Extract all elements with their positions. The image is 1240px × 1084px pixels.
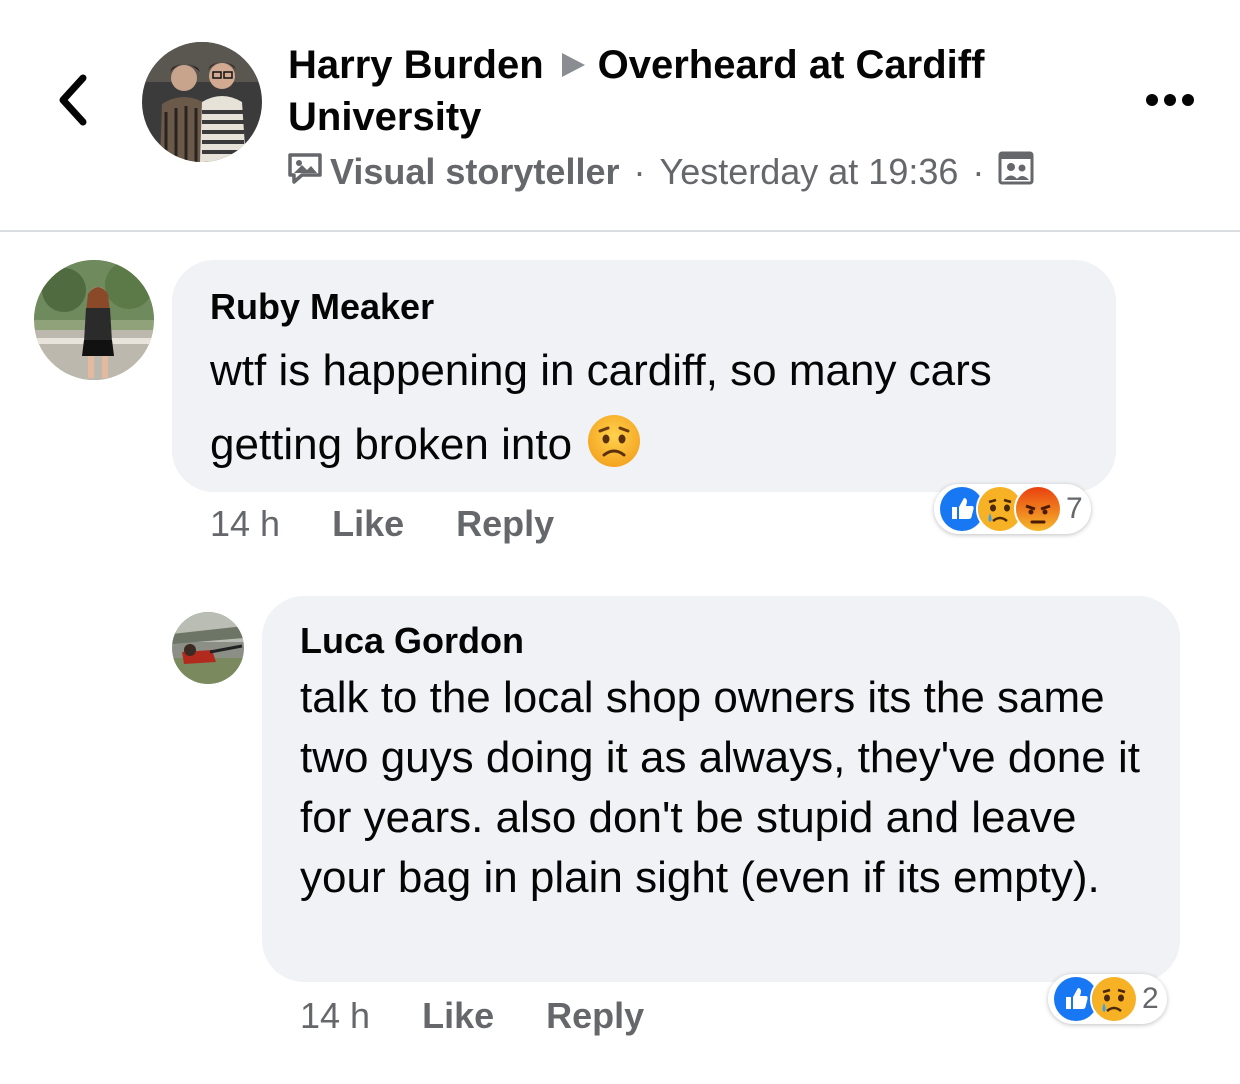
post-meta: Visual storyteller · Yesterday at 19:36 … xyxy=(286,148,1034,196)
comment-bubble: Luca Gordon talk to the local shop owner… xyxy=(262,596,1180,982)
post-timestamp[interactable]: Yesterday at 19:36 xyxy=(659,151,958,193)
comment-author[interactable]: Luca Gordon xyxy=(300,620,524,662)
chevron-left-icon xyxy=(59,74,87,126)
meta-separator: · xyxy=(633,151,646,192)
badge-label[interactable]: Visual storyteller xyxy=(330,151,619,193)
dot xyxy=(1164,94,1176,106)
commenter-avatar[interactable] xyxy=(34,260,154,380)
post-author-avatar[interactable] xyxy=(142,42,262,162)
comment-time[interactable]: 14 h xyxy=(300,995,370,1037)
comment-actions: 14 h Like Reply xyxy=(210,500,606,548)
sad-reaction-icon xyxy=(1090,975,1138,1023)
reaction-summary[interactable]: 7 xyxy=(934,484,1091,534)
comment-author[interactable]: Ruby Meaker xyxy=(210,286,434,328)
comment-time[interactable]: 14 h xyxy=(210,503,280,545)
comment-text: talk to the local shop owners its the sa… xyxy=(300,673,1140,902)
dot xyxy=(1182,94,1194,106)
like-button[interactable]: Like xyxy=(422,995,494,1037)
reply-button[interactable]: Reply xyxy=(546,995,644,1037)
reaction-summary[interactable]: 2 xyxy=(1048,974,1167,1024)
post-title: Harry Burden Overheard at Cardiff Univers… xyxy=(288,40,1108,142)
meta-separator: · xyxy=(972,151,985,192)
comment-bubble: Ruby Meaker wtf is happening in cardiff,… xyxy=(172,260,1116,492)
post-author-name[interactable]: Harry Burden xyxy=(288,43,544,87)
triangle-right-icon xyxy=(558,42,588,92)
group-members-icon xyxy=(998,150,1034,195)
post-header: Harry Burden Overheard at Cardiff Univers… xyxy=(0,0,1240,230)
comment-text: wtf is happening in cardiff, so many car… xyxy=(210,334,1090,482)
back-button[interactable] xyxy=(44,68,100,132)
angry-reaction-icon xyxy=(1014,485,1062,533)
reaction-count: 2 xyxy=(1142,982,1159,1015)
more-options-button[interactable] xyxy=(1138,82,1202,118)
like-button[interactable]: Like xyxy=(332,503,404,545)
commenter-avatar[interactable] xyxy=(172,612,244,684)
reaction-count: 7 xyxy=(1066,492,1083,525)
header-divider xyxy=(0,230,1240,232)
comment-actions: 14 h Like Reply xyxy=(300,992,696,1040)
dot xyxy=(1146,94,1158,106)
worried-face-emoji xyxy=(586,413,642,469)
reply-button[interactable]: Reply xyxy=(456,503,554,545)
visual-storyteller-badge-icon xyxy=(286,151,324,194)
